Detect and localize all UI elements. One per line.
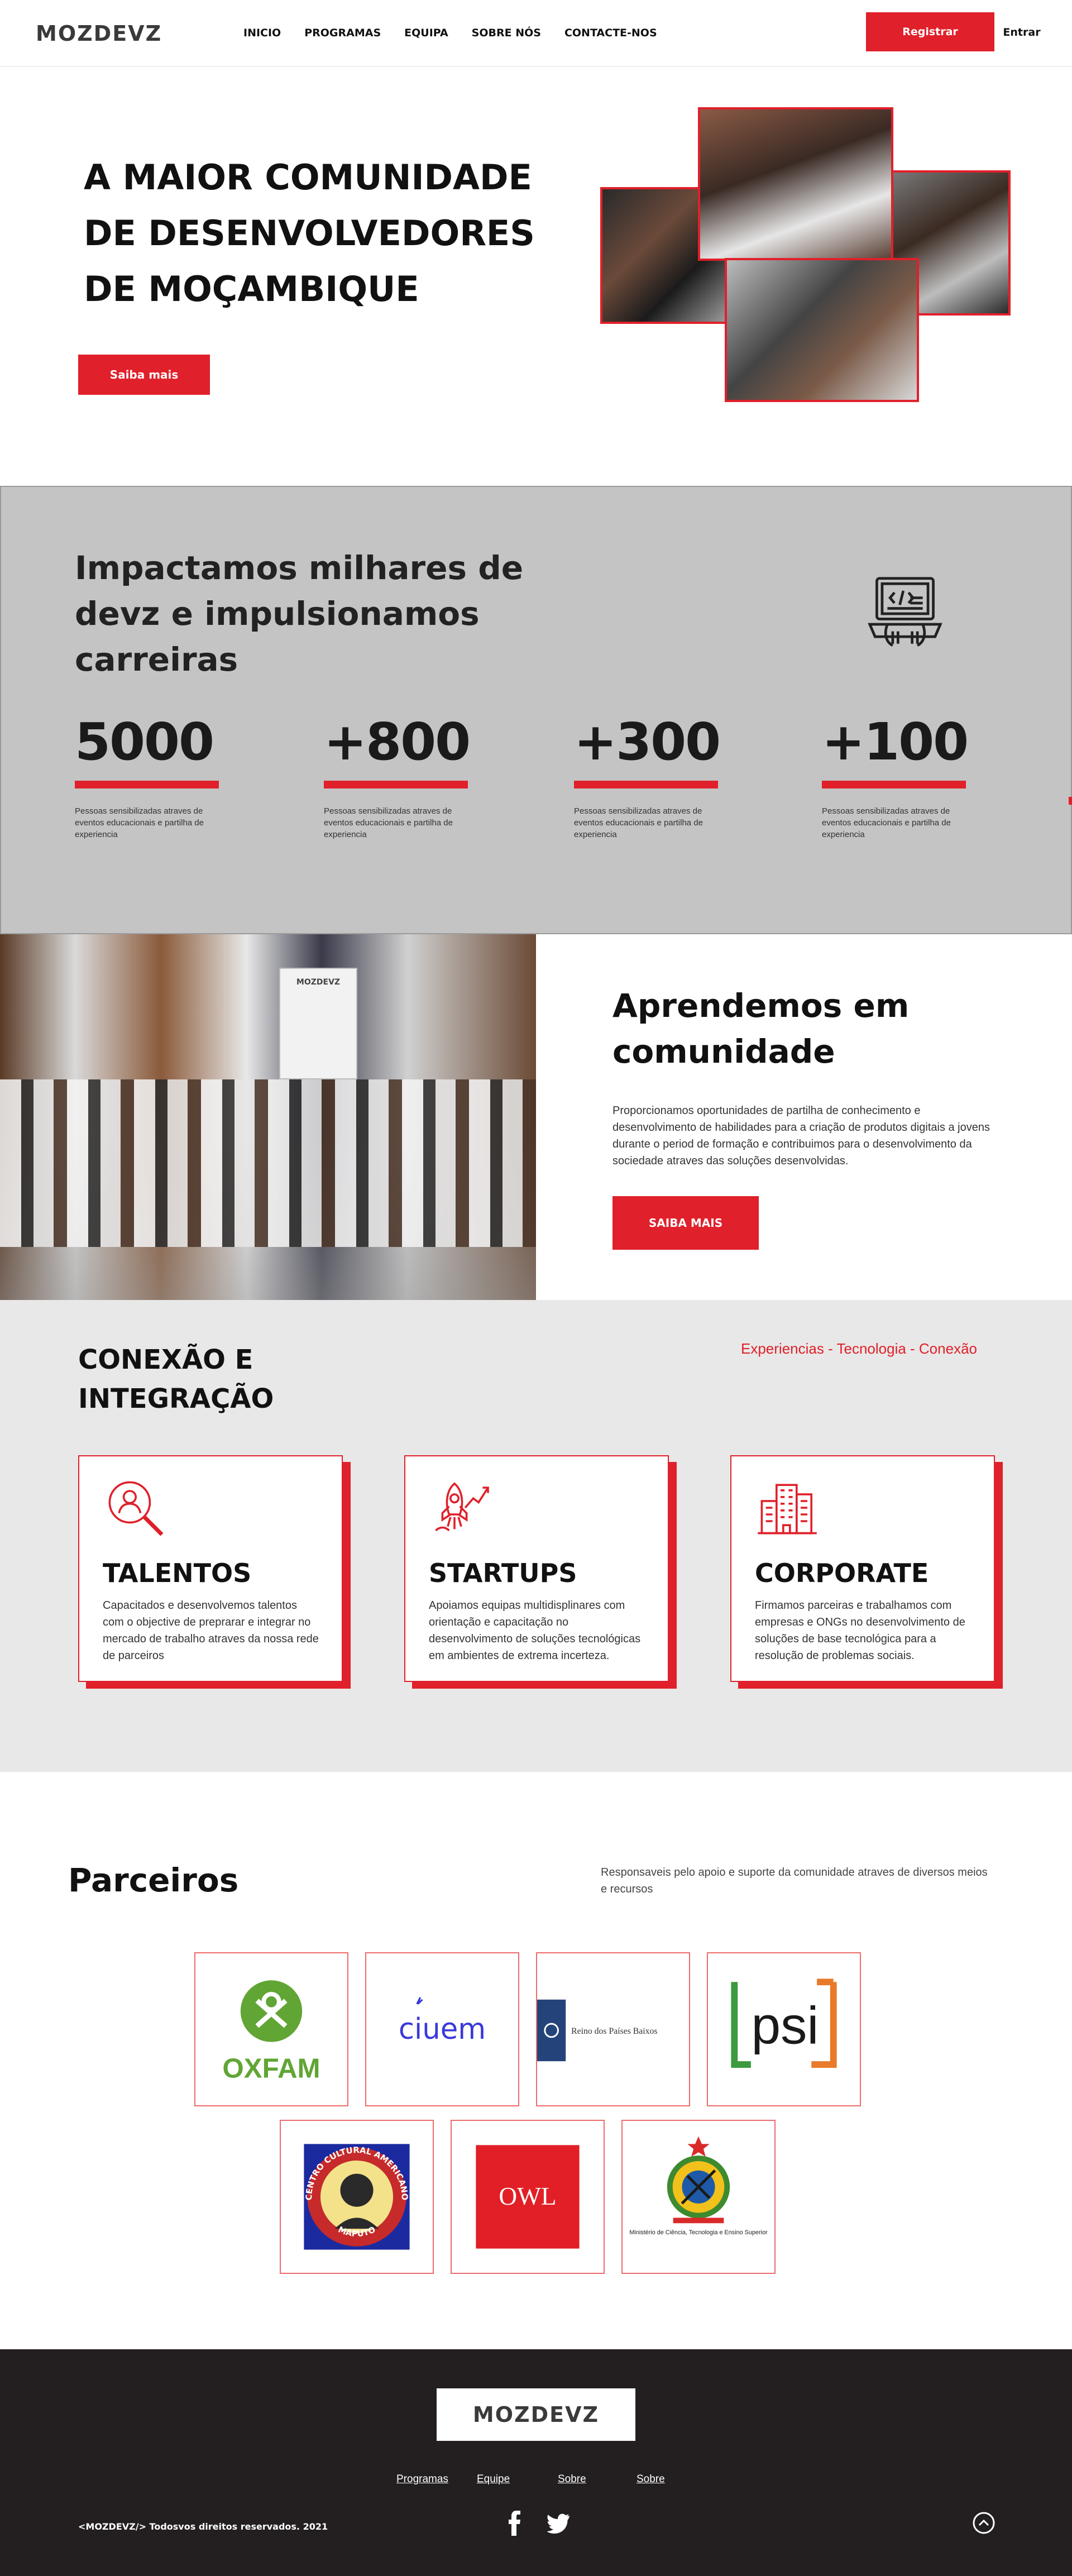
stat-description: Pessoas sensibilizadas atraves de evento… — [324, 806, 453, 839]
stat-item: 5000 Pessoas sensibilizadas atraves de e… — [75, 711, 242, 840]
nav-item-programas[interactable]: PROGRAMAS — [304, 27, 381, 39]
card-text: Apoiamos equipas multidisplinares com or… — [429, 1599, 641, 1662]
card-talentos[interactable]: TALENTOS Capacitados e desenvolvemos tal… — [78, 1455, 351, 1690]
stat-underline — [574, 781, 718, 788]
hero-title-line: DE MOÇAMBIQUE — [84, 269, 419, 309]
partners-text: Responsaveis pelo apoio e suporte da com… — [601, 1866, 988, 1895]
card-corporate[interactable]: CORPORATE Firmamos parceiras e trabalham… — [730, 1455, 1003, 1690]
community-group-photo: MOZDEVZ — [0, 934, 536, 1300]
buildings-icon — [758, 1484, 817, 1535]
footer-link-programas[interactable]: Programas — [396, 2473, 448, 2486]
stat-description: Pessoas sensibilizadas atraves de evento… — [574, 806, 703, 839]
nav-item-contacte-nos[interactable]: CONTACTE-NOS — [564, 27, 657, 39]
connection-section: CONEXÃO E INTEGRAÇÃO Experiencias - Tecn… — [0, 1300, 1072, 1772]
hero-photo — [725, 258, 919, 402]
netherlands-wordmark: Reino dos Países Baixos — [571, 2027, 657, 2036]
stat-value: +800 — [324, 712, 471, 772]
hero-title: A MAIOR COMUNIDADE DE DESENVOLVEDORES DE… — [84, 150, 564, 317]
connection-title: CONEXÃO E INTEGRAÇÃO — [78, 1344, 274, 1414]
copyright-text: <MOZDEVZ/> Todosvos direitos reservados.… — [78, 2521, 328, 2532]
footer-link-sobre-2[interactable]: Sobre — [636, 2473, 665, 2486]
footer-logo[interactable]: MOZDEVZ — [437, 2388, 635, 2441]
hero-photo — [698, 107, 893, 261]
footer: MOZDEVZ Programas Equipe Sobre Sobre <MO… — [0, 2349, 1072, 2576]
stat-value: 5000 — [75, 712, 214, 772]
laptop-code-icon — [868, 577, 942, 647]
stat-item: +300 Pessoas sensibilizadas atraves de e… — [574, 711, 741, 840]
main-menu: INICIO PROGRAMAS EQUIPA SOBRE NÓS CONTAC… — [243, 27, 657, 39]
oxfam-wordmark: OXFAM — [222, 2053, 320, 2084]
partner-logo-oxfam[interactable]: OXFAM — [194, 1952, 348, 2106]
ciuem-wordmark: ciuem — [399, 2013, 486, 2046]
partner-logo-ciuem[interactable]: ciuem — [365, 1952, 519, 2106]
login-button[interactable]: Entrar — [999, 25, 1044, 40]
partners-title: Parceiros — [68, 1861, 239, 1899]
partner-logo-ministry[interactable]: Ministério de Ciência, Tecnologia e Ensi… — [621, 2120, 776, 2274]
ciuem-logo: ciuem — [399, 1997, 486, 2046]
card-title: STARTUPS — [429, 1558, 577, 1588]
stat-value: +300 — [574, 712, 721, 772]
register-button[interactable]: Registrar — [866, 12, 994, 51]
stat-description: Pessoas sensibilizadas atraves de evento… — [822, 806, 951, 839]
card-text: Capacitados e desenvolvemos talentos com… — [103, 1599, 319, 1662]
stat-value: +100 — [822, 712, 969, 772]
psi-logo: psi — [731, 1978, 837, 2068]
community-title: Aprendemos em comunidade — [612, 987, 910, 1070]
search-user-icon — [108, 1481, 164, 1536]
twitter-icon[interactable] — [547, 2510, 570, 2536]
netherlands-logo: Reino dos Países Baixos — [537, 1999, 658, 2062]
psi-wordmark: psi — [752, 1996, 819, 2056]
nav-item-sobre-nos[interactable]: SOBRE NÓS — [472, 27, 541, 39]
oxfam-logo: OXFAM — [222, 1980, 320, 2084]
banner-stand: MOZDEVZ — [279, 968, 357, 1079]
stat-underline — [822, 781, 966, 788]
crowd — [0, 1079, 536, 1247]
stat-underline — [324, 781, 468, 788]
ministry-wordmark: Ministério de Ciência, Tecnologia e Ensi… — [629, 2229, 768, 2236]
hero-title-line: A MAIOR COMUNIDADE — [84, 157, 532, 198]
nav-item-equipa[interactable]: EQUIPA — [404, 27, 448, 39]
partner-logo-netherlands[interactable]: Reino dos Países Baixos — [536, 1952, 690, 2106]
stat-description: Pessoas sensibilizadas atraves de evento… — [75, 806, 204, 839]
card-startups[interactable]: STARTUPS Apoiamos equipas multidisplinar… — [404, 1455, 677, 1690]
top-navbar: MOZDEVZ INICIO PROGRAMAS EQUIPA SOBRE NÓ… — [0, 0, 1072, 67]
community-text: Proporcionamos oportunidades de partilha… — [612, 1105, 990, 1167]
owl-logo: OWL — [476, 2145, 580, 2249]
footer-link-equipe[interactable]: Equipe — [477, 2473, 510, 2486]
cca-maputo-logo: CENTRO CULTURAL AMERICANO MAPUTO — [304, 2144, 410, 2250]
banner-logo: MOZDEVZ — [296, 978, 341, 987]
stat-underline — [75, 781, 219, 788]
partner-logo-cca-maputo[interactable]: CENTRO CULTURAL AMERICANO MAPUTO — [280, 2120, 434, 2274]
stat-item: +800 Pessoas sensibilizadas atraves de e… — [324, 711, 491, 840]
card-title: CORPORATE — [755, 1558, 929, 1588]
card-title: TALENTOS — [103, 1558, 252, 1588]
impact-section: Impactamos milhares de devz e impulsiona… — [0, 486, 1072, 934]
scroll-to-top-icon[interactable] — [972, 2511, 996, 2535]
rocket-icon — [435, 1482, 489, 1532]
card-text: Firmamos parceiras e trabalhamos com emp… — [755, 1599, 965, 1662]
impact-title: Impactamos milhares de devz e impulsiona… — [75, 549, 524, 678]
mozambique-emblem-logo: Ministério de Ciência, Tecnologia e Ensi… — [629, 2136, 768, 2236]
partner-logo-psi[interactable]: psi — [707, 1952, 861, 2106]
footer-link-sobre[interactable]: Sobre — [558, 2473, 586, 2486]
stat-item: +100 Pessoas sensibilizadas atraves de e… — [822, 711, 989, 840]
community-learn-more-button[interactable]: SAIBA MAIS — [612, 1196, 759, 1250]
facebook-icon[interactable] — [504, 2510, 526, 2536]
hero-title-line: DE DESENVOLVEDORES — [84, 213, 535, 254]
owl-wordmark: OWL — [499, 2182, 556, 2210]
hero-learn-more-button[interactable]: Saiba mais — [78, 355, 210, 395]
stat-underline-overflow — [1069, 797, 1072, 805]
logo[interactable]: MOZDEVZ — [36, 21, 162, 46]
page: MOZDEVZ INICIO PROGRAMAS EQUIPA SOBRE NÓ… — [0, 0, 1072, 2576]
partner-logo-owl[interactable]: OWL — [451, 2120, 605, 2274]
connection-tagline: Experiencias - Tecnologia - Conexão — [741, 1340, 977, 1357]
nav-item-inicio[interactable]: INICIO — [243, 27, 281, 39]
